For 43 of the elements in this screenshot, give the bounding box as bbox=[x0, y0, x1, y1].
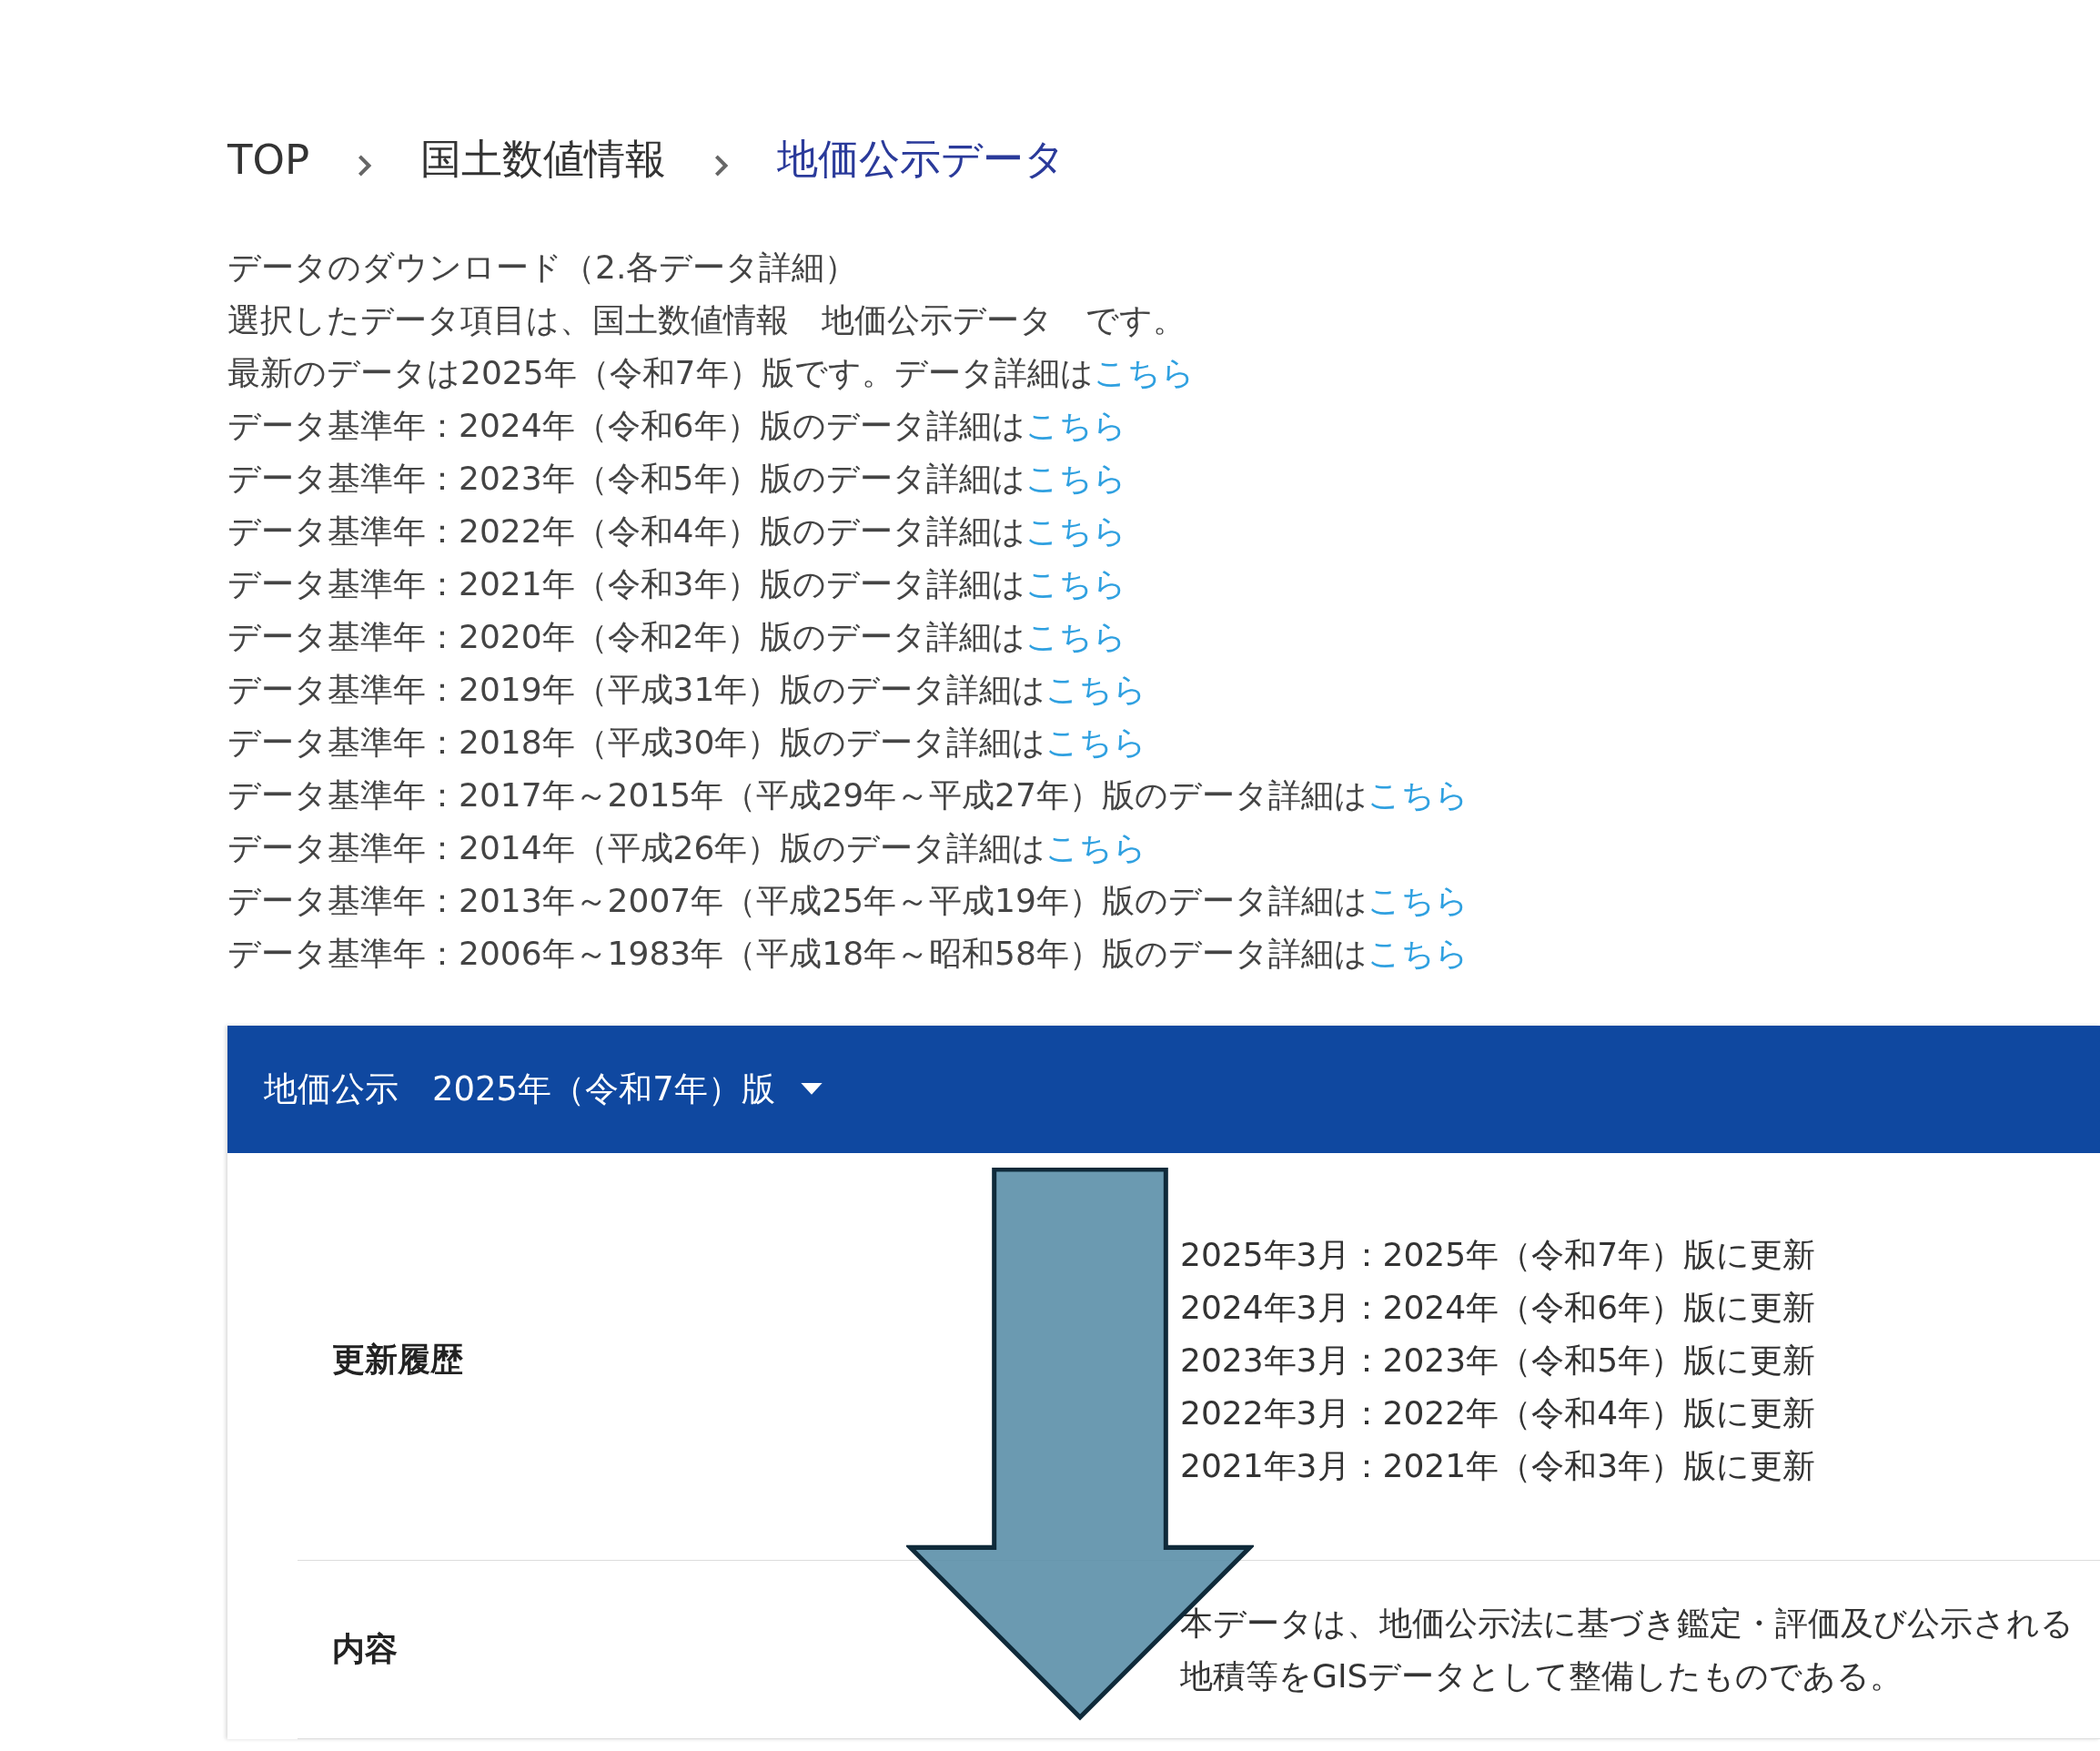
detail-link[interactable]: こちら bbox=[1367, 935, 1469, 972]
detail-link[interactable]: こちら bbox=[1045, 829, 1147, 866]
detail-line: データ基準年：2018年（平成30年）版のデータ詳細は こちら bbox=[227, 723, 1148, 763]
detail-link[interactable]: こちら bbox=[1025, 460, 1126, 497]
row-value: 2025年3月：2025年（令和7年）版に更新 bbox=[1180, 1234, 1816, 1275]
detail-line: データ基準年：2013年～2007年（平成25年～平成19年）版のデータ詳細は こちら bbox=[227, 881, 1469, 921]
breadcrumb-link[interactable]: 地価公示データ bbox=[777, 132, 1066, 187]
row-value: 本データは、地価公示法に基づき鑑定・評価及び公示される bbox=[1180, 1603, 2074, 1644]
detail-link[interactable]: こちら bbox=[1045, 671, 1147, 708]
detail-link[interactable]: こちら bbox=[1093, 354, 1195, 391]
row-value: 2024年3月：2024年（令和6年）版に更新 bbox=[1180, 1287, 1816, 1328]
intro-text: 選択したデータ項目は、国土数値情報 地価公示データ です。 bbox=[227, 300, 1186, 340]
detail-line: データ基準年：2020年（令和2年）版のデータ詳細は こちら bbox=[227, 617, 1127, 657]
intro-text: データのダウンロード（2.各データ詳細） bbox=[227, 248, 859, 288]
chevron-icon bbox=[357, 153, 374, 178]
detail-line: データ基準年：2019年（平成31年）版のデータ詳細は こちら bbox=[227, 670, 1148, 710]
detail-line: データ基準年：2021年（令和3年）版のデータ詳細は こちら bbox=[227, 564, 1127, 604]
detail-line: データ基準年：2024年（令和6年）版のデータ詳細は こちら bbox=[227, 406, 1127, 446]
detail-line: データ基準年：2022年（令和4年）版のデータ詳細は こちら bbox=[227, 511, 1127, 552]
detail-line: データ基準年：2006年～1983年（平成18年～昭和58年）版のデータ詳細は こちら bbox=[227, 934, 1469, 974]
caret-icon bbox=[800, 1083, 823, 1096]
row-label: 内容 bbox=[331, 1629, 399, 1669]
panel-title: 地価公示 2025年（令和7年）版 bbox=[264, 1068, 775, 1110]
detail-line: データ基準年：2017年～2015年（平成29年～平成27年）版のデータ詳細は こちら bbox=[227, 775, 1469, 815]
row-value: 2022年3月：2022年（令和4年）版に更新 bbox=[1180, 1392, 1816, 1433]
row-value: 2023年3月：2023年（令和5年）版に更新 bbox=[1180, 1340, 1816, 1381]
detail-link[interactable]: こちら bbox=[1367, 882, 1469, 919]
detail-link[interactable]: こちら bbox=[1045, 724, 1147, 761]
detail-line: 最新のデータは2025年（令和7年）版です。データ詳細は こちら bbox=[227, 353, 1196, 393]
detail-link[interactable]: こちら bbox=[1025, 618, 1126, 655]
detail-line: データ基準年：2023年（令和5年）版のデータ詳細は こちら bbox=[227, 459, 1127, 499]
breadcrumb-link[interactable]: 国土数値情報 bbox=[420, 132, 667, 187]
detail-link[interactable]: こちら bbox=[1025, 512, 1126, 550]
detail-link[interactable]: こちら bbox=[1025, 565, 1126, 602]
detail-line: データ基準年：2014年（平成26年）版のデータ詳細は こちら bbox=[227, 828, 1148, 868]
chevron-icon bbox=[713, 153, 731, 178]
row-value: 2021年3月：2021年（令和3年）版に更新 bbox=[1180, 1445, 1816, 1486]
row-value: 地積等をGISデータとして整備したものである。 bbox=[1180, 1655, 1904, 1696]
detail-link[interactable]: こちら bbox=[1025, 407, 1126, 444]
row-label: 更新履歴 bbox=[331, 1340, 464, 1380]
panel-header[interactable]: 地価公示 2025年（令和7年）版 bbox=[227, 1026, 2100, 1153]
detail-link[interactable]: こちら bbox=[1367, 776, 1469, 814]
breadcrumb-link[interactable]: TOP bbox=[227, 135, 310, 184]
